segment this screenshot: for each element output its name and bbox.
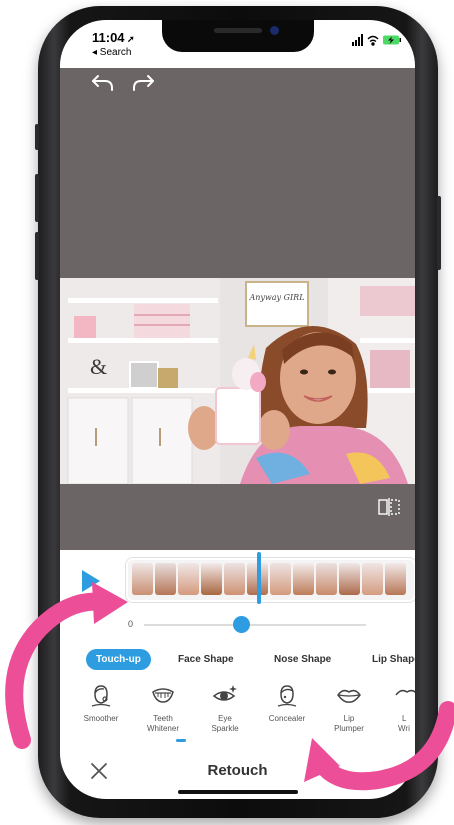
timeline-thumbnail [132,563,153,595]
timeline-playhead[interactable] [257,552,261,604]
timeline-thumbnail [339,563,360,595]
annotation-arrow-left [5,582,128,749]
tool-label: Sparkle [211,724,239,733]
eye-sparkle-icon [212,685,237,701]
ampersand-decor: & [90,354,107,379]
video-preview[interactable]: & Anyway GIRL [60,278,415,484]
status-time: 11:04 ➚ [92,30,135,45]
notch [162,20,314,52]
timeline-thumbnail [201,563,222,595]
tool-teeth-whitener[interactable]: Teeth Whitener [136,682,190,734]
speaker-grille [214,28,262,33]
timeline-thumbnail [362,563,383,595]
status-icons [352,34,401,46]
wifi-icon [367,35,379,46]
timeline-thumbnail [224,563,245,595]
redo-icon[interactable] [130,72,156,94]
timeline-thumbnail [293,563,314,595]
timeline-thumbnail [155,563,176,595]
tab-nose-shape[interactable]: Nose Shape [274,654,331,665]
tool-label: Eye [218,714,232,723]
volume-down-button [35,232,39,280]
mute-switch [35,124,39,150]
tool-eye-sparkle[interactable]: Eye Sparkle [198,682,252,734]
undo-icon[interactable] [90,72,116,94]
annotation-arrow-right [304,701,454,791]
volume-up-button [35,174,39,222]
tab-face-shape[interactable]: Face Shape [178,654,234,665]
home-indicator [178,790,298,794]
power-button [437,196,441,270]
tab-lip-shape[interactable]: Lip Shape [372,654,415,665]
battery-charging-icon [383,35,401,45]
back-to-search-link[interactable]: ◂ Search [92,47,131,58]
video-timeline-strip[interactable] [126,558,415,602]
compare-split-icon[interactable] [378,498,400,516]
sign-text: Anyway GIRL [248,293,304,302]
teeth-icon [152,688,174,703]
timeline-thumbnail [270,563,291,595]
timeline-thumbnail [385,563,406,595]
selected-tool-indicator [176,739,186,742]
front-camera [270,26,279,35]
intensity-slider-track[interactable] [144,624,366,626]
cellular-signal-icon [352,34,363,46]
timeline-thumbnail [316,563,337,595]
tool-label: Teeth [153,714,173,723]
timeline-thumbnail [178,563,199,595]
tool-label: Whitener [146,724,179,733]
